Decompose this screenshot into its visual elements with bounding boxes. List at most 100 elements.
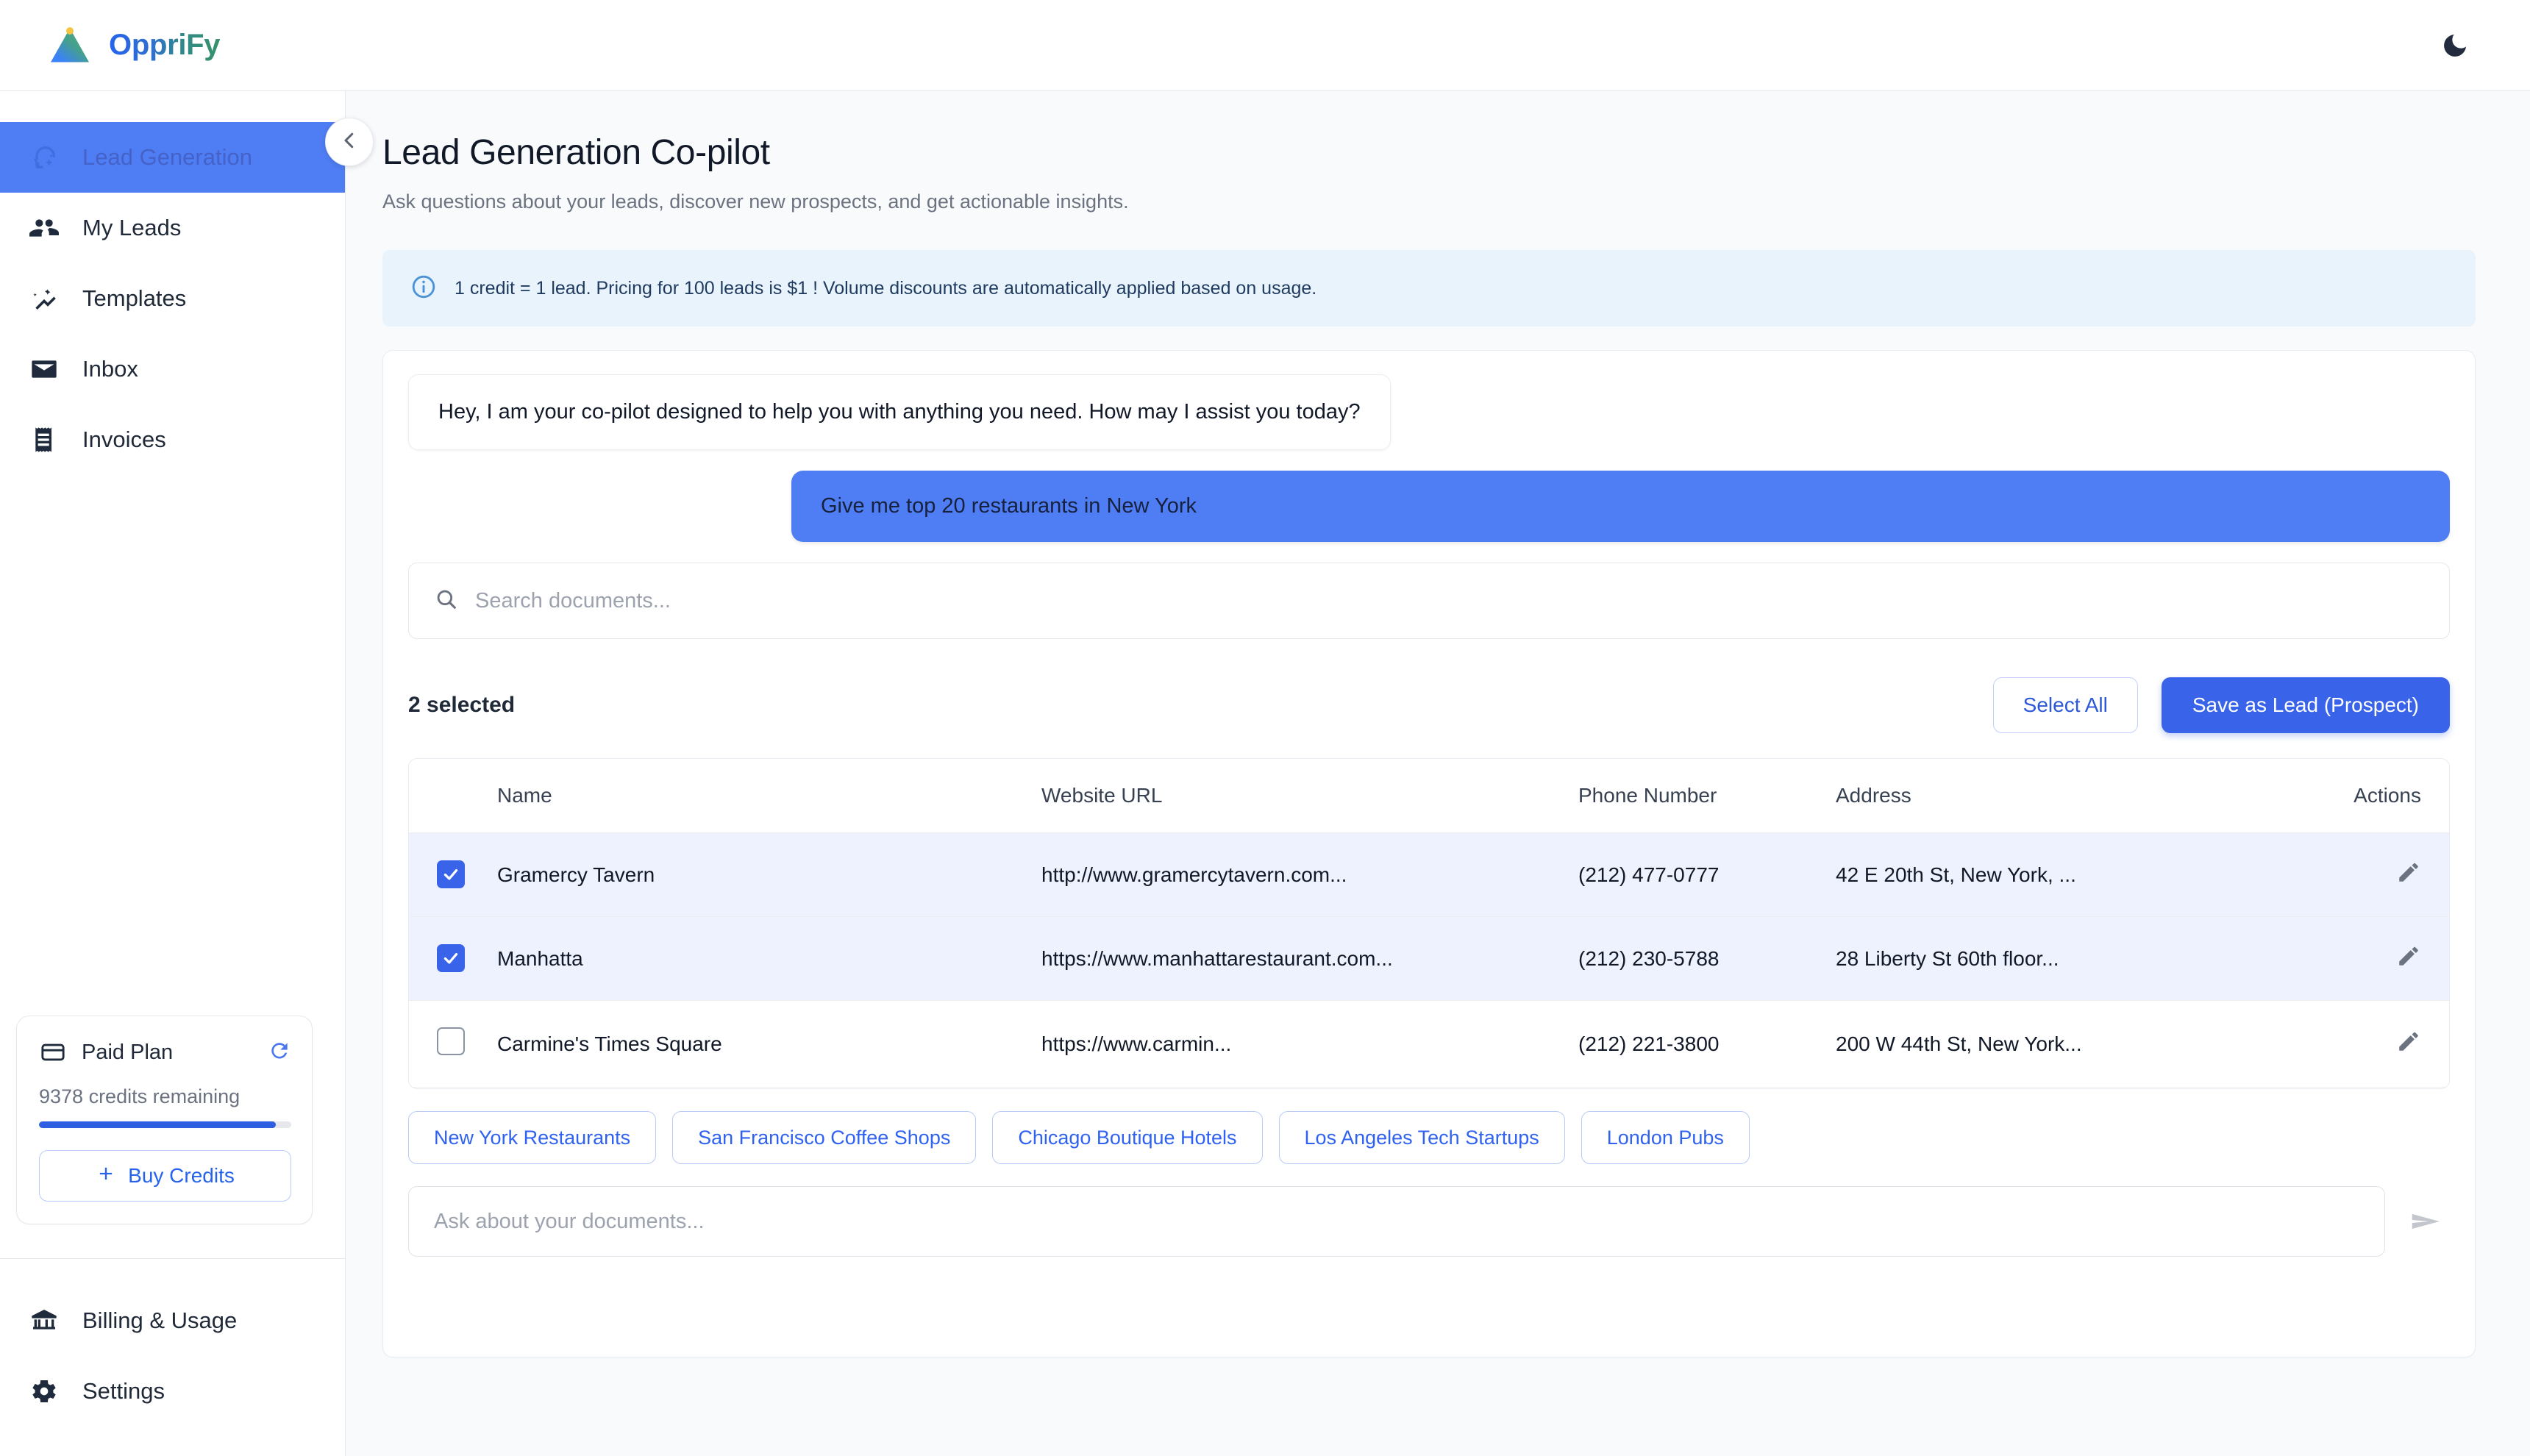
sidebar-item-billing-usage[interactable]: Billing & Usage bbox=[0, 1285, 345, 1356]
pencil-icon[interactable] bbox=[2396, 863, 2421, 889]
psychology-brain-icon bbox=[28, 141, 60, 174]
save-as-lead-button[interactable]: Save as Lead (Prospect) bbox=[2161, 677, 2450, 733]
sidebar-item-my-leads[interactable]: My Leads bbox=[0, 193, 345, 263]
info-banner: 1 credit = 1 lead. Pricing for 100 leads… bbox=[382, 250, 2476, 326]
copilot-chat-card: Hey, I am your co-pilot designed to help… bbox=[382, 350, 2476, 1357]
page-subtitle: Ask questions about your leads, discover… bbox=[382, 190, 1129, 213]
compose-input[interactable] bbox=[408, 1186, 2385, 1257]
page-title: Lead Generation Co-pilot bbox=[382, 133, 770, 172]
cell-name: Gramercy Tavern bbox=[497, 832, 1041, 917]
suggestion-chip[interactable]: Los Angeles Tech Startups bbox=[1278, 1111, 1565, 1164]
credit-card-icon bbox=[39, 1038, 67, 1066]
cell-phone-number: (212) 477-0777 bbox=[1578, 832, 1836, 917]
suggestion-chip[interactable]: New York Restaurants bbox=[408, 1111, 657, 1164]
table-head: Name Website URL Phone Number Address Ac… bbox=[409, 759, 2449, 833]
sidebar: Lead Generation My Leads Templates Inbox bbox=[0, 91, 346, 1456]
gear-icon bbox=[28, 1375, 60, 1407]
brand: OppriFy bbox=[50, 26, 221, 64]
cell-name: Manhatta bbox=[497, 916, 1041, 1001]
column-header-select bbox=[409, 759, 497, 833]
info-banner-text: 1 credit = 1 lead. Pricing for 100 leads… bbox=[455, 277, 1317, 299]
plan-credits-text: 9378 credits remaining bbox=[39, 1085, 240, 1107]
sidebar-item-inbox[interactable]: Inbox bbox=[0, 334, 345, 404]
column-header-address: Address bbox=[1836, 759, 2292, 833]
chevron-left-icon bbox=[338, 129, 360, 155]
suggestion-chip[interactable]: San Francisco Coffee Shops bbox=[672, 1111, 977, 1164]
sidebar-nav-primary: Lead Generation My Leads Templates Inbox bbox=[0, 91, 345, 475]
pencil-icon[interactable] bbox=[2396, 1032, 2421, 1058]
table-row[interactable]: Manhatta https://www.manhattarestaurant.c… bbox=[409, 916, 2449, 1001]
top-bar: OppriFy bbox=[0, 0, 2530, 91]
refresh-icon[interactable] bbox=[268, 1039, 291, 1066]
cell-phone-number: (212) 230-5788 bbox=[1578, 916, 1836, 1001]
bot-message-text: Hey, I am your co-pilot designed to help… bbox=[408, 374, 1391, 450]
sidebar-item-templates[interactable]: Templates bbox=[0, 263, 345, 334]
table-header-row: Name Website URL Phone Number Address Ac… bbox=[409, 759, 2449, 833]
sparkle-chart-icon bbox=[28, 282, 60, 315]
selection-actions: Select All Save as Lead (Prospect) bbox=[1992, 677, 2450, 733]
info-circle-icon bbox=[410, 274, 437, 304]
column-header-actions: Actions bbox=[2292, 759, 2449, 833]
selection-toolbar: 2 selected Select All Save as Lead (Pros… bbox=[408, 677, 2450, 733]
plan-title: Paid Plan bbox=[82, 1040, 174, 1064]
pencil-icon[interactable] bbox=[2396, 946, 2421, 973]
row-checkbox[interactable] bbox=[437, 860, 465, 888]
column-header-name: Name bbox=[497, 759, 1041, 833]
search-icon bbox=[434, 587, 459, 615]
plan-progress-bar bbox=[39, 1121, 291, 1128]
table-row[interactable]: Carmine's Times Square https://www.carmin… bbox=[409, 1000, 2449, 1088]
sidebar-nav-secondary: Billing & Usage Settings bbox=[0, 1259, 345, 1456]
sidebar-item-label: Inbox bbox=[82, 356, 138, 382]
row-select-cell[interactable] bbox=[409, 832, 497, 917]
sidebar-item-label: Settings bbox=[82, 1378, 165, 1404]
cell-website-url: https://www.carmin... bbox=[1041, 1000, 1578, 1088]
cell-website-url: http://www.gramercytavern.com... bbox=[1041, 832, 1578, 917]
chat-message-user: Give me top 20 restaurants in New York bbox=[408, 471, 2450, 542]
send-icon[interactable] bbox=[2404, 1199, 2450, 1244]
row-checkbox[interactable] bbox=[437, 1027, 465, 1055]
plan-progress-fill bbox=[39, 1121, 277, 1128]
brand-name: OppriFy bbox=[109, 29, 221, 61]
cell-actions[interactable] bbox=[2292, 832, 2449, 917]
triangle-logo-icon bbox=[50, 26, 90, 64]
results-table: Name Website URL Phone Number Address Ac… bbox=[409, 759, 2449, 1088]
plus-icon bbox=[96, 1163, 116, 1189]
document-search-box[interactable] bbox=[408, 563, 2450, 639]
sidebar-item-settings[interactable]: Settings bbox=[0, 1356, 345, 1427]
column-header-website-url: Website URL bbox=[1041, 759, 1578, 833]
cell-website-url: https://www.manhattarestaurant.com... bbox=[1041, 916, 1578, 1001]
cell-name: Carmine's Times Square bbox=[497, 1000, 1041, 1088]
row-checkbox[interactable] bbox=[437, 944, 465, 972]
cell-address: 200 W 44th St, New York... bbox=[1836, 1000, 2292, 1088]
cell-actions[interactable] bbox=[2292, 1000, 2449, 1088]
results-table-container: Name Website URL Phone Number Address Ac… bbox=[408, 758, 2450, 1089]
buy-credits-label: Buy Credits bbox=[128, 1164, 235, 1187]
moon-icon[interactable] bbox=[2437, 28, 2473, 63]
cell-phone-number: (212) 221-3800 bbox=[1578, 1000, 1836, 1088]
user-message-text: Give me top 20 restaurants in New York bbox=[791, 471, 2450, 542]
cell-address: 42 E 20th St, New York, ... bbox=[1836, 832, 2292, 917]
suggestion-chip[interactable]: London Pubs bbox=[1581, 1111, 1750, 1164]
table-row[interactable]: Gramercy Tavern http://www.gramercytavern… bbox=[409, 832, 2449, 917]
sidebar-item-label: Lead Generation bbox=[82, 144, 252, 170]
row-select-cell[interactable] bbox=[409, 1000, 497, 1088]
sidebar-item-lead-generation[interactable]: Lead Generation bbox=[0, 122, 345, 193]
sidebar-item-label: Templates bbox=[82, 285, 187, 311]
selected-count-label: 2 selected bbox=[408, 693, 516, 717]
chat-message-list: Hey, I am your co-pilot designed to help… bbox=[383, 351, 2475, 1089]
envelope-icon bbox=[28, 353, 60, 385]
cell-actions[interactable] bbox=[2292, 916, 2449, 1001]
table-body: Gramercy Tavern http://www.gramercytavern… bbox=[409, 832, 2449, 1088]
search-input[interactable] bbox=[475, 588, 2424, 613]
select-all-button[interactable]: Select All bbox=[1992, 677, 2138, 733]
sidebar-collapse-button[interactable] bbox=[325, 118, 374, 166]
main-content: Lead Generation Co-pilot Ask questions a… bbox=[346, 91, 2530, 1456]
plan-card: Paid Plan 9378 credits remaining Buy Cre… bbox=[16, 1016, 313, 1224]
buy-credits-button[interactable]: Buy Credits bbox=[39, 1150, 291, 1202]
row-select-cell[interactable] bbox=[409, 916, 497, 1001]
people-icon bbox=[28, 212, 60, 244]
suggestion-chip[interactable]: Chicago Boutique Hotels bbox=[992, 1111, 1263, 1164]
sidebar-item-invoices[interactable]: Invoices bbox=[0, 404, 345, 475]
bank-icon bbox=[28, 1305, 60, 1337]
